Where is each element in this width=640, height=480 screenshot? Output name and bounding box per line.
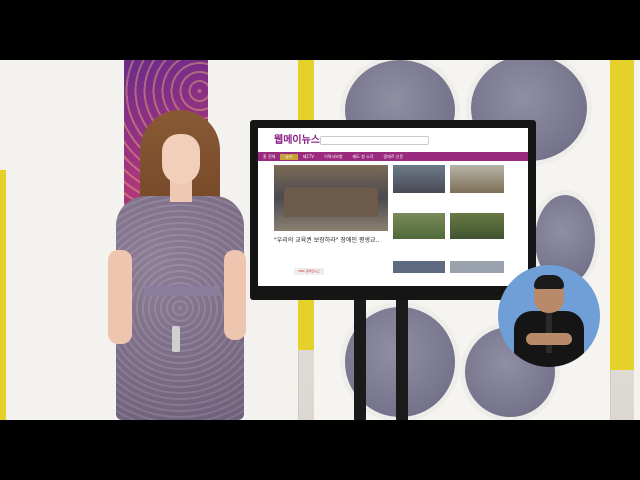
letterbox-top [0,0,640,60]
nav-item[interactable]: 이력서보험 [319,154,347,160]
hero-headline[interactable]: "우리의 교육권 보장하라" 장애인 평생교.. [274,235,392,244]
news-thumbnail[interactable] [450,261,504,273]
site-search-input[interactable] [320,136,429,145]
remote-clicker [172,326,180,352]
yellow-stripe [0,170,6,420]
news-thumbnail[interactable] [393,213,445,239]
sign-language-interpreter [498,265,600,367]
news-thumbnail[interactable] [450,213,504,239]
presenter-face [162,134,200,184]
monitor-stand-right [396,296,408,420]
nav-item[interactable]: 홈 전체 [258,154,280,160]
wall-panel [634,60,640,420]
presenter-arm [108,250,132,344]
site-content: "우리의 교육권 보장하라" 장애인 평생교.. MBC 장애인뉴스 [274,165,528,286]
presenter [104,110,254,420]
news-thumbnail[interactable] [450,165,504,193]
nav-item[interactable]: 알레르 신문 [378,154,408,160]
news-thumbnail[interactable] [393,165,445,193]
website-screen: 웹메이뉴스 홈 전체 뉴스 제1TV 이력서보험 제도 청 소각 알레르 신문 … [258,128,528,286]
monitor-stand-left [354,296,366,420]
presenter-belt [144,286,220,296]
nav-item[interactable]: 제1TV [298,154,319,160]
presenter-arm [224,250,246,340]
site-nav: 홈 전체 뉴스 제1TV 이력서보험 제도 청 소각 알레르 신문 [258,152,528,161]
nav-item[interactable]: 뉴스 [280,153,298,160]
site-logo: 웹메이뉴스 [274,135,320,146]
interpreter-hands [526,333,572,345]
mbc-news-button[interactable]: MBC 장애인뉴스 [294,268,324,275]
hero-news-image[interactable] [274,165,388,231]
nav-item[interactable]: 제도 청 소각 [348,154,379,160]
site-header: 웹메이뉴스 [258,128,528,152]
letterbox-bottom [0,420,640,480]
yellow-stripe [610,60,634,370]
news-thumbnail[interactable] [393,261,445,273]
display-monitor: 웹메이뉴스 홈 전체 뉴스 제1TV 이력서보험 제도 청 소각 알레르 신문 … [250,120,536,300]
interpreter-hair [534,275,564,289]
